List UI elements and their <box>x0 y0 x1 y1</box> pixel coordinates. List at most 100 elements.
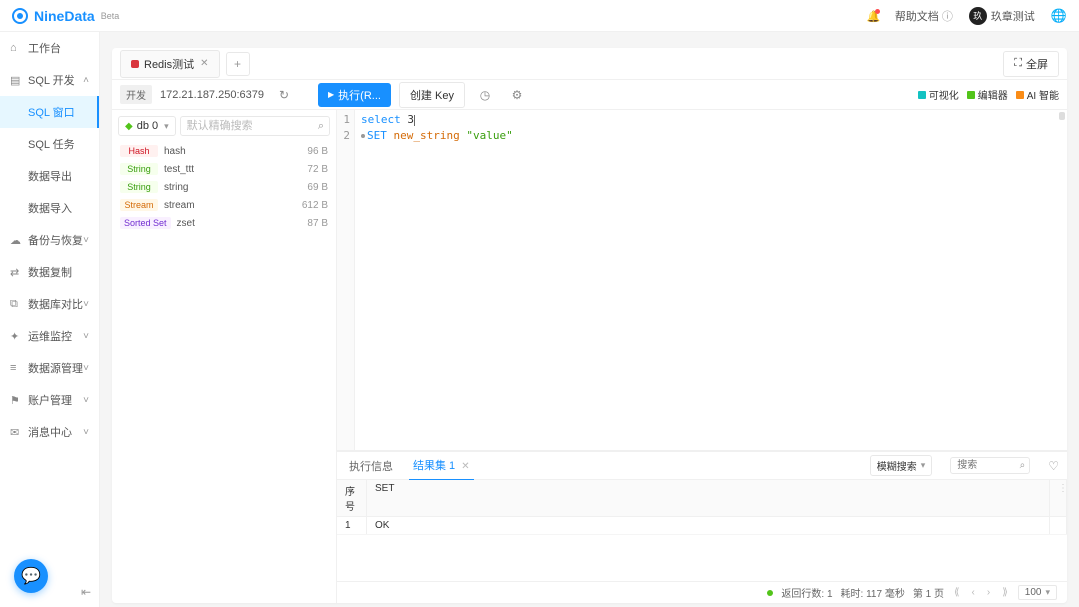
ai-mode-toggle[interactable]: AI 智能 <box>1016 87 1059 102</box>
sidebar-icon: ▤ <box>10 74 22 87</box>
sidebar-icon: ✉ <box>10 426 22 439</box>
database-icon: ◆ <box>125 121 133 132</box>
key-size: 96 B <box>307 146 328 157</box>
first-page-button[interactable]: ⟪ <box>952 587 962 598</box>
key-row[interactable]: Streamstream612 B <box>112 196 336 214</box>
sidebar-item-6[interactable]: ≡数据源管理˅ <box>0 352 99 384</box>
sidebar-item-0[interactable]: ⌂工作台 <box>0 32 99 64</box>
key-name: hash <box>164 146 307 157</box>
chevron-down-icon: ▾ <box>1045 587 1050 598</box>
bell-icon <box>867 10 879 22</box>
key-type-badge: Sorted Set <box>120 217 171 229</box>
code-editor[interactable]: 12 select 3SET new_string "value" <box>337 110 1067 451</box>
logo[interactable]: NineData Beta <box>12 8 119 24</box>
sidebar: ⌂工作台▤SQL 开发˄SQL 窗口SQL 任务数据导出数据导入☁备份与恢复˅⇄… <box>0 32 100 607</box>
redis-icon <box>131 60 139 68</box>
key-size: 69 B <box>307 182 328 193</box>
tab-label: Redis测试 <box>144 56 194 72</box>
exec-info-tab[interactable]: 执行信息 <box>345 452 397 480</box>
language-switch[interactable]: 🌐 <box>1051 8 1067 24</box>
key-row[interactable]: Sorted Setzset87 B <box>112 214 336 232</box>
sidebar-item-3[interactable]: ⇄数据复制 <box>0 256 99 288</box>
sidebar-icon: ≡ <box>10 362 22 374</box>
key-row[interactable]: String test_ttt72 B <box>112 160 336 178</box>
sidebar-subitem-1-0[interactable]: SQL 窗口 <box>0 96 99 128</box>
sidebar-item-5[interactable]: ✦运维监控˅ <box>0 320 99 352</box>
expand-icon: ⛶ <box>1014 57 1022 70</box>
editor-mode-toggle[interactable]: 编辑器 <box>967 87 1008 102</box>
run-button[interactable]: 执行(R... <box>318 83 391 107</box>
sidebar-subitem-1-2[interactable]: 数据导出 <box>0 160 99 192</box>
result-table: 序号 SET ⋮ 1 OK <box>337 480 1067 581</box>
last-page-button[interactable]: ⟫ <box>1000 587 1010 598</box>
chevron-icon: ˅ <box>83 235 89 246</box>
column-settings-button[interactable]: ⋮ <box>1050 480 1067 516</box>
column-header-seq[interactable]: 序号 <box>337 480 367 516</box>
status-bar: 返回行数: 1 耗时: 117 毫秒 第 1 页 ⟪ ‹ › ⟫ 100 ▾ <box>337 581 1067 603</box>
scrollbar-thumb[interactable] <box>1059 112 1065 120</box>
sidebar-collapse-button[interactable]: ⇤ <box>81 585 91 599</box>
notifications-button[interactable] <box>867 10 879 22</box>
sidebar-icon: ⧉ <box>10 298 22 311</box>
key-size: 612 B <box>302 200 328 211</box>
sidebar-icon: ✦ <box>10 330 22 343</box>
user-menu[interactable]: 玖 玖章测试 <box>969 7 1035 25</box>
help-label: 帮助文档 <box>895 8 939 24</box>
line-gutter: 12 <box>337 110 355 450</box>
sidebar-subitem-1-1[interactable]: SQL 任务 <box>0 128 99 160</box>
key-name: test_ttt <box>164 164 307 175</box>
sidebar-subitem-1-3[interactable]: 数据导入 <box>0 192 99 224</box>
resultset-1-tab[interactable]: 结果集 1 ✕ <box>409 451 474 481</box>
sidebar-item-8[interactable]: ✉消息中心˅ <box>0 416 99 448</box>
sidebar-icon: ⚑ <box>10 394 22 407</box>
chat-button[interactable]: 💬 <box>14 559 48 593</box>
help-link[interactable]: 帮助文档 ⓘ <box>895 8 953 24</box>
key-type-badge: String <box>120 181 158 193</box>
prev-page-button[interactable]: ‹ <box>970 587 977 598</box>
key-row[interactable]: Hashhash96 B <box>112 142 336 160</box>
close-icon[interactable]: ✕ <box>200 58 208 69</box>
chevron-down-icon: ▾ <box>921 460 926 471</box>
editor-tabs-bar: Redis测试 ✕ + ⛶ 全屏 <box>112 48 1067 80</box>
db-selector[interactable]: ◆ db 0 ▾ <box>118 116 176 136</box>
add-tab-button[interactable]: + <box>226 52 250 76</box>
chevron-icon: ˅ <box>83 363 89 374</box>
next-page-button[interactable]: › <box>985 587 992 598</box>
tab-redis-test[interactable]: Redis测试 ✕ <box>120 50 220 78</box>
search-icon[interactable]: ⌕ <box>318 120 324 133</box>
key-row[interactable]: Stringstring69 B <box>112 178 336 196</box>
key-size: 87 B <box>307 218 328 229</box>
sidebar-item-2[interactable]: ☁备份与恢复˅ <box>0 224 99 256</box>
search-mode-select[interactable]: 模糊搜索 ▾ <box>870 455 933 476</box>
result-search-input[interactable] <box>950 457 1030 474</box>
sidebar-icon: ☁ <box>10 234 22 247</box>
fullscreen-button[interactable]: ⛶ 全屏 <box>1003 51 1059 77</box>
status-indicator <box>767 590 773 596</box>
refresh-button[interactable]: ↻ <box>272 83 296 107</box>
chevron-icon: ˅ <box>83 395 89 406</box>
key-list: Hashhash96 B String test_ttt72 B Stringstri… <box>112 142 336 603</box>
column-header-set[interactable]: SET <box>367 480 1050 516</box>
table-row[interactable]: 1 OK <box>337 517 1067 535</box>
create-key-button[interactable]: 创建 Key <box>399 82 465 108</box>
brand-name: NineData <box>34 8 95 24</box>
favorite-button[interactable]: ♡ <box>1048 459 1059 473</box>
beta-badge: Beta <box>101 11 120 21</box>
toolbar: 开发 172.21.187.250:6379 ↻ 执行(R... 创建 Key … <box>112 80 1067 110</box>
visual-mode-toggle[interactable]: 可视化 <box>918 87 959 102</box>
code-content[interactable]: select 3SET new_string "value" <box>355 110 1067 450</box>
sidebar-item-4[interactable]: ⧉数据库对比˅ <box>0 288 99 320</box>
connection-address: 172.21.187.250:6379 <box>160 89 264 101</box>
key-search-input[interactable] <box>180 116 330 136</box>
chevron-icon: ˅ <box>83 427 89 438</box>
key-type-badge: String <box>120 163 158 175</box>
sidebar-item-1[interactable]: ▤SQL 开发˄ <box>0 64 99 96</box>
sidebar-item-7[interactable]: ⚑账户管理˅ <box>0 384 99 416</box>
page-size-select[interactable]: 100 ▾ <box>1018 585 1057 600</box>
results-panel: 执行信息 结果集 1 ✕ 模糊搜索 ▾ <box>337 451 1067 581</box>
search-icon[interactable]: ⌕ <box>1020 460 1026 471</box>
history-button[interactable]: ◷ <box>473 83 497 107</box>
close-icon[interactable]: ✕ <box>461 461 469 472</box>
key-size: 72 B <box>307 164 328 175</box>
settings-button[interactable]: ⚙ <box>505 83 529 107</box>
